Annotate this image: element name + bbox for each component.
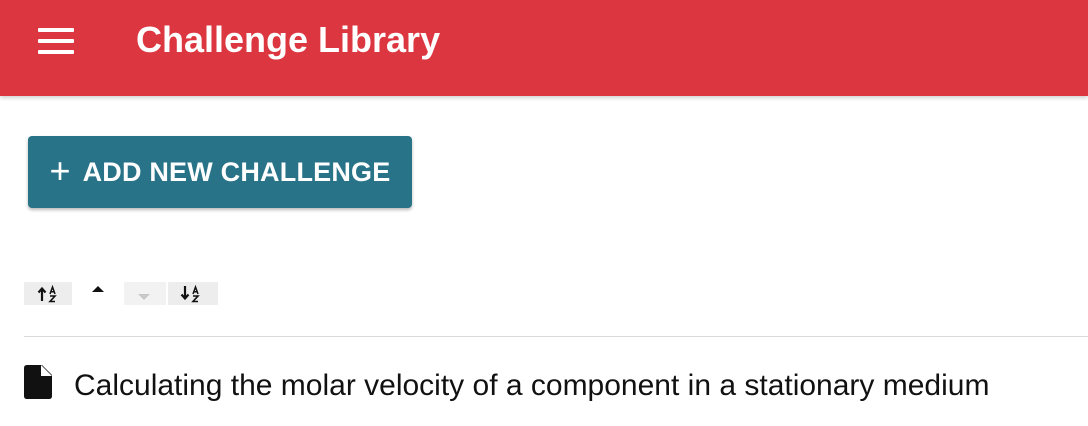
move-up-button[interactable] bbox=[72, 282, 120, 305]
hamburger-menu-icon-bar bbox=[38, 50, 74, 54]
challenge-list-item[interactable]: Calculating the molar velocity of a comp… bbox=[24, 362, 1088, 410]
sort-descending-az-icon bbox=[180, 284, 200, 303]
page-title: Challenge Library bbox=[136, 19, 441, 60]
sort-toolbar bbox=[24, 282, 224, 306]
hamburger-menu-icon bbox=[38, 28, 74, 32]
add-new-challenge-button[interactable]: + ADD NEW CHALLENGE bbox=[28, 136, 412, 208]
divider bbox=[24, 336, 1088, 337]
challenge-title: Calculating the molar velocity of a comp… bbox=[74, 369, 990, 402]
document-icon bbox=[24, 365, 52, 399]
add-new-challenge-label: ADD NEW CHALLENGE bbox=[82, 156, 391, 187]
move-down-button[interactable] bbox=[124, 282, 166, 305]
hamburger-menu-icon-bar bbox=[38, 39, 74, 43]
sort-descending-button[interactable] bbox=[168, 282, 218, 305]
app-bar: Challenge Library bbox=[0, 0, 1088, 96]
plus-icon: + bbox=[49, 149, 71, 191]
sort-ascending-button[interactable] bbox=[24, 282, 72, 305]
move-up-icon bbox=[92, 286, 104, 292]
sort-ascending-az-icon bbox=[37, 284, 57, 303]
move-down-icon bbox=[138, 294, 150, 300]
menu-button[interactable] bbox=[32, 22, 80, 62]
